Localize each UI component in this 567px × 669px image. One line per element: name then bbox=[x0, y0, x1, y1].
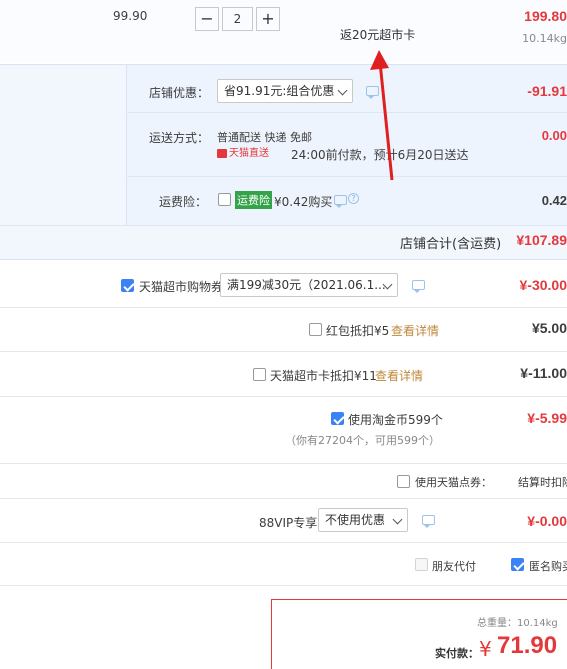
qty-decrease-button[interactable]: − bbox=[195, 7, 219, 31]
rebate-note: 返20元超市卡 bbox=[340, 28, 416, 42]
total-weight: 总重量：10.14kg bbox=[477, 614, 558, 629]
chat-icon[interactable] bbox=[412, 280, 425, 293]
card-value: ¥-11.00 bbox=[520, 365, 567, 381]
pay-label: 实付款： bbox=[435, 647, 479, 660]
vip-value: ¥-0.00 bbox=[527, 513, 567, 529]
card-details-link[interactable]: 查看详情 bbox=[375, 367, 423, 384]
shop-discount-value: -91.91 bbox=[527, 83, 567, 99]
voucher-select[interactable]: 满199减30元（2021.06.1... bbox=[220, 273, 398, 297]
voucher-checkbox[interactable] bbox=[121, 279, 134, 292]
redpacket-details-link[interactable]: 查看详情 bbox=[391, 322, 439, 339]
shop-discount-label: 店铺优惠： bbox=[149, 86, 210, 100]
tmall-direct-badge: 天猫直送 bbox=[217, 147, 269, 160]
shop-discount-select[interactable]: 省91.91元:组合优惠 bbox=[217, 79, 353, 103]
chevron-down-icon bbox=[337, 85, 348, 96]
voucher-select-value: 满199减30元（2021.06.1... bbox=[227, 278, 386, 292]
insurance-badge: 运费险 bbox=[235, 191, 272, 209]
points-checkbox[interactable] bbox=[397, 475, 410, 488]
total-weight-value: 10.14kg bbox=[517, 618, 558, 629]
coins-value: ¥-5.99 bbox=[527, 410, 567, 426]
friend-pay-label: 朋友代付 bbox=[432, 560, 476, 573]
shipping-value: 0.00 bbox=[541, 128, 567, 143]
unit-price: 99.90 bbox=[113, 9, 148, 23]
redpacket-checkbox[interactable] bbox=[309, 323, 322, 336]
insurance-value: 0.42 bbox=[541, 193, 567, 208]
pay-amount: 71.90 bbox=[497, 632, 558, 659]
redpacket-label: 红包抵扣¥5 bbox=[326, 324, 390, 338]
shop-total-value: ¥107.89 bbox=[516, 232, 567, 248]
coins-note: （你有27204个，可用599个） bbox=[285, 434, 440, 447]
total-weight-label: 总重量： bbox=[477, 618, 517, 629]
coins-checkbox[interactable] bbox=[331, 412, 344, 425]
shop-total-label: 店铺合计(含运费) bbox=[400, 237, 502, 252]
insurance-checkbox[interactable] bbox=[218, 193, 231, 206]
shipping-label: 运送方式： bbox=[149, 131, 210, 145]
card-label: 天猫超市卡抵扣¥11 bbox=[270, 369, 377, 383]
vip-select[interactable]: 不使用优惠 bbox=[318, 508, 408, 532]
points-label: 使用天猫点券： bbox=[415, 476, 492, 489]
qty-input[interactable]: 2 bbox=[222, 7, 253, 31]
qty-stepper: − 2 + bbox=[195, 7, 281, 31]
insurance-label: 运费险： bbox=[159, 195, 208, 209]
item-weight: 10.14kg bbox=[522, 32, 567, 45]
item-subtotal: 199.80 bbox=[524, 8, 567, 24]
help-icon[interactable]: ? bbox=[348, 193, 359, 204]
coins-label: 使用淘金币599个 bbox=[348, 413, 443, 427]
vip-select-value: 不使用优惠 bbox=[325, 513, 386, 527]
redpacket-value: ¥5.00 bbox=[531, 320, 567, 336]
item-row bbox=[0, 0, 567, 62]
anonymous-checkbox[interactable] bbox=[511, 558, 524, 571]
tmall-direct-text: 天猫直送 bbox=[229, 148, 269, 159]
anonymous-label: 匿名购买 bbox=[529, 560, 567, 573]
voucher-value: ¥-30.00 bbox=[519, 277, 567, 293]
qty-increase-button[interactable]: + bbox=[256, 7, 280, 31]
voucher-label: 天猫超市购物券 bbox=[139, 280, 224, 294]
points-note: 结算时扣除 bbox=[518, 476, 567, 489]
annotation-arrow bbox=[370, 50, 394, 181]
shipping-methods: 普通配送 快递 免邮 bbox=[217, 131, 312, 144]
chat-icon[interactable] bbox=[422, 515, 435, 528]
chevron-down-icon bbox=[392, 514, 403, 525]
shop-discount-select-value: 省91.91元:组合优惠 bbox=[224, 84, 335, 98]
vip-label: 88VIP专享 bbox=[259, 516, 318, 530]
pay-currency: ¥ bbox=[479, 637, 492, 661]
insurance-price: ¥0.42购买 bbox=[274, 195, 333, 209]
tmall-logo-icon bbox=[217, 148, 227, 158]
card-checkbox[interactable] bbox=[253, 368, 266, 381]
chat-icon[interactable] bbox=[334, 195, 347, 208]
friend-pay-checkbox[interactable] bbox=[415, 558, 428, 571]
